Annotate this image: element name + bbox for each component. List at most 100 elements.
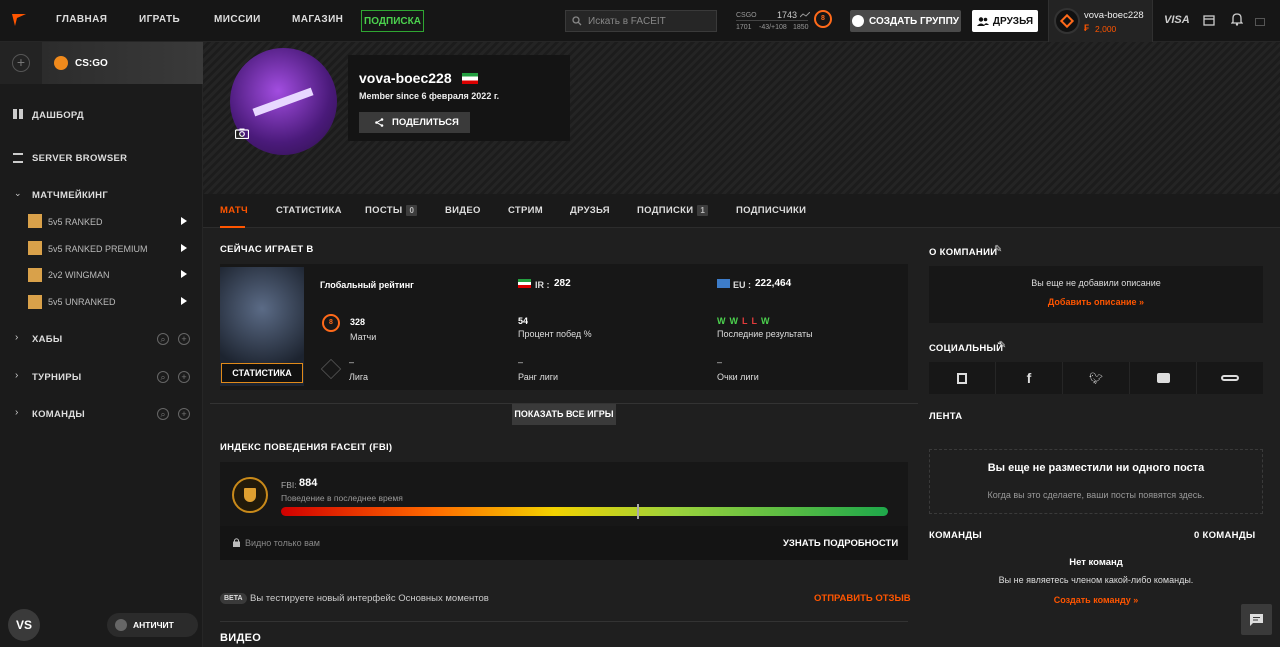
stats-button[interactable]: СТАТИСТИКА bbox=[221, 363, 303, 383]
ir-label: IR : bbox=[535, 280, 550, 290]
queue-5v5-ranked[interactable]: 5v5 RANKED bbox=[48, 217, 103, 227]
fbi-visibility: Видно только вам bbox=[245, 538, 320, 548]
friends-button[interactable]: ДРУЗЬЯ bbox=[972, 10, 1038, 32]
tab-subscriptions[interactable]: ПОДПИСКИ 1 bbox=[637, 205, 709, 216]
anticheat-button[interactable]: АНТИЧИТ bbox=[107, 613, 198, 637]
iran-flag-icon bbox=[462, 73, 478, 84]
anticheat-icon bbox=[115, 619, 127, 631]
search-box[interactable]: Искать в FACEIT bbox=[565, 10, 717, 32]
teams-title: КОМАНДЫ bbox=[929, 530, 982, 541]
nav-subscription[interactable]: ПОДПИСКА bbox=[361, 10, 424, 32]
matches-value: 328 bbox=[350, 317, 366, 327]
steam-icon bbox=[1221, 375, 1239, 381]
video-section-title: ВИДЕО bbox=[220, 632, 262, 644]
winrate-value: 54 bbox=[518, 316, 529, 326]
queue-5v5-ranked-premium[interactable]: 5v5 RANKED PREMIUM bbox=[48, 244, 148, 254]
chat-icon bbox=[1250, 614, 1263, 626]
learn-more-button[interactable]: УЗНАТЬ ПОДРОБНОСТИ bbox=[783, 538, 898, 549]
twitter-icon[interactable]: 🐦︎ bbox=[1063, 362, 1130, 394]
chart-trend-icon bbox=[800, 12, 810, 18]
play-icon[interactable] bbox=[181, 270, 187, 278]
elo-max: 1850 bbox=[793, 24, 809, 31]
profile-username: vova-boec228 bbox=[359, 70, 452, 86]
create-group-button[interactable]: СОЗДАТЬ ГРУППУ bbox=[850, 10, 961, 32]
skill-level-badge: 8 bbox=[814, 10, 832, 28]
elo-progress bbox=[736, 20, 808, 21]
tab-posts-badge: 0 bbox=[406, 205, 418, 216]
fbi-title: ИНДЕКС ПОВЕДЕНИЯ FACEIT (FBI) bbox=[220, 442, 393, 453]
chevron-right-icon[interactable]: › bbox=[15, 332, 18, 343]
create-team-link[interactable]: Создать команду » bbox=[929, 595, 1263, 605]
add-icon[interactable]: + bbox=[178, 408, 190, 420]
elo-widget[interactable]: CSGO 1743 1701 -43/+108 1850 8 bbox=[736, 9, 836, 33]
queue-icon bbox=[28, 268, 42, 282]
winrate-label: Процент побед % bbox=[518, 329, 592, 339]
game-tab-csgo[interactable]: CS:GO bbox=[42, 42, 203, 84]
search-icon[interactable]: ⌕ bbox=[157, 408, 169, 420]
search-icon[interactable]: ⌕ bbox=[157, 371, 169, 383]
anticheat-label: АНТИЧИТ bbox=[133, 620, 174, 630]
chat-button[interactable] bbox=[1241, 604, 1272, 635]
fbi-value: 884 bbox=[299, 477, 318, 489]
share-button[interactable]: ПОДЕЛИТЬСЯ bbox=[359, 112, 470, 133]
search-icon[interactable]: ⌕ bbox=[157, 333, 169, 345]
sidebar-item-matchmaking[interactable]: МАТЧМЕЙКИНГ bbox=[32, 190, 108, 201]
avatar[interactable]: VS bbox=[8, 609, 40, 641]
queue-5v5-unranked[interactable]: 5v5 UNRANKED bbox=[48, 297, 116, 307]
edit-icon[interactable]: ✎ bbox=[998, 340, 1006, 351]
add-icon[interactable]: + bbox=[178, 333, 190, 345]
nav-missions[interactable]: МИССИИ bbox=[214, 14, 261, 25]
panel-toggle-icon[interactable] bbox=[1255, 18, 1265, 26]
sidebar-item-server-browser[interactable]: SERVER BROWSER bbox=[32, 153, 127, 164]
beta-badge: BETA bbox=[220, 593, 247, 604]
nav-home[interactable]: ГЛАВНАЯ bbox=[56, 14, 107, 25]
points-icon: ₣ bbox=[1084, 23, 1090, 33]
tab-match[interactable]: МАТЧ bbox=[220, 205, 248, 216]
chevron-right-icon[interactable]: › bbox=[15, 407, 18, 418]
chevron-down-icon[interactable]: ⌄ bbox=[14, 188, 22, 199]
tab-video[interactable]: ВИДЕО bbox=[445, 205, 481, 216]
iran-flag-icon bbox=[518, 279, 531, 288]
share-label: ПОДЕЛИТЬСЯ bbox=[392, 117, 459, 128]
faceit-logo-icon[interactable] bbox=[12, 14, 26, 26]
camera-icon[interactable] bbox=[235, 128, 249, 139]
queue-2v2-wingman[interactable]: 2v2 WINGMAN bbox=[48, 270, 110, 280]
add-icon[interactable]: + bbox=[178, 371, 190, 383]
nav-play[interactable]: ИГРАТЬ bbox=[139, 14, 180, 25]
add-description-link[interactable]: Добавить описание » bbox=[929, 297, 1263, 307]
feed-empty-title: Вы еще не разместили ни одного поста bbox=[987, 462, 1205, 474]
send-feedback-link[interactable]: ОТПРАВИТЬ ОТЗЫВ bbox=[814, 593, 911, 604]
twitch-button[interactable] bbox=[929, 362, 996, 394]
sidebar-item-dashboard[interactable]: ДАШБОРД bbox=[32, 110, 84, 121]
search-input[interactable]: Искать в FACEIT bbox=[588, 16, 666, 27]
sidebar-item-teams[interactable]: КОМАНДЫ bbox=[32, 409, 85, 420]
elo-game: CSGO bbox=[736, 12, 757, 19]
bell-icon[interactable] bbox=[1231, 13, 1243, 26]
show-all-games-button[interactable]: ПОКАЗАТЬ ВСЕ ИГРЫ bbox=[512, 404, 616, 425]
play-icon[interactable] bbox=[181, 217, 187, 225]
no-teams-text: Вы не являетесь членом какой-либо команд… bbox=[998, 575, 1194, 585]
sidebar-game-header: + CS:GO bbox=[0, 42, 203, 84]
visa-icon[interactable]: VISA bbox=[1164, 14, 1190, 26]
steam-button[interactable] bbox=[1197, 362, 1263, 394]
tab-statistics[interactable]: СТАТИСТИКА bbox=[276, 205, 342, 216]
now-playing-title: СЕЙЧАС ИГРАЕТ В bbox=[220, 244, 314, 255]
tab-posts[interactable]: ПОСТЫ 0 bbox=[365, 205, 418, 216]
facebook-icon[interactable]: f bbox=[996, 362, 1063, 394]
fbi-progress-bar bbox=[281, 504, 888, 519]
edit-icon[interactable]: ✎ bbox=[994, 244, 1002, 255]
youtube-button[interactable] bbox=[1130, 362, 1197, 394]
tab-stream[interactable]: СТРИМ bbox=[508, 205, 543, 216]
tab-friends[interactable]: ДРУЗЬЯ bbox=[570, 205, 610, 216]
sidebar-item-tournaments[interactable]: ТУРНИРЫ bbox=[32, 372, 81, 383]
user-menu[interactable]: vova-boec228 ₣ 2,000 bbox=[1048, 0, 1153, 42]
nav-shop[interactable]: МАГАЗИН bbox=[292, 14, 343, 25]
user-avatar bbox=[1054, 8, 1080, 34]
calendar-icon[interactable] bbox=[1203, 14, 1215, 26]
sidebar-item-hubs[interactable]: ХАБЫ bbox=[32, 334, 63, 345]
tab-followers[interactable]: ПОДПИСЧИКИ bbox=[736, 205, 806, 216]
add-game-icon[interactable]: + bbox=[12, 54, 30, 72]
play-icon[interactable] bbox=[181, 244, 187, 252]
chevron-right-icon[interactable]: › bbox=[15, 370, 18, 381]
play-icon[interactable] bbox=[181, 297, 187, 305]
